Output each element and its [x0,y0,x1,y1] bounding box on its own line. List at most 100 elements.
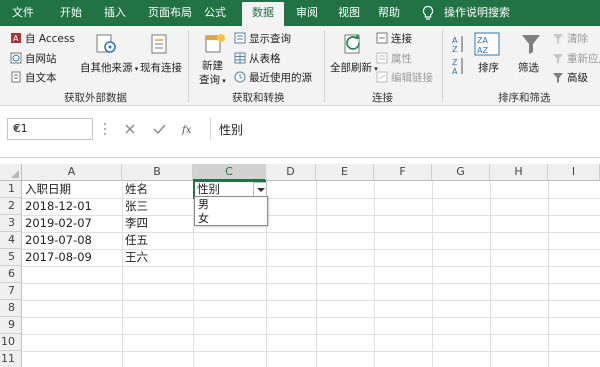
clear-button[interactable]: 清除 [552,31,588,46]
dropdown-option-female[interactable]: 女 [198,212,209,226]
column-header-c[interactable]: C [193,164,266,181]
connections-button[interactable]: 连接 [376,31,412,46]
sort-button[interactable]: 排序 [478,60,499,75]
gridline [22,334,600,335]
validation-dropdown-button[interactable] [253,182,267,197]
tell-me-search[interactable]: 操作说明搜索 [444,0,510,26]
row-header-2[interactable]: 2 [0,198,22,215]
formula-input[interactable]: 性别 [210,118,600,140]
enter-icon[interactable] [153,124,166,135]
ribbon-tab-bar: 文件 开始 插入 页面布局 公式 数据 审阅 视图 帮助 操作说明搜索 [0,0,600,26]
new-query-label[interactable]: 新建 [202,58,223,73]
column-header-b[interactable]: B [122,164,193,181]
svg-text:fx: fx [181,125,192,136]
gridline [432,181,433,367]
svg-text:ZA: ZA [477,36,488,45]
cell-a4[interactable]: 2019-07-08 [22,232,122,249]
other-sources-icon [96,34,116,53]
new-query-dropdown[interactable]: 查询 ▾ [199,72,226,87]
cell-a5[interactable]: 2017-08-09 [22,249,122,266]
row-header-9[interactable]: 9 [0,317,22,334]
row-header-3[interactable]: 3 [0,215,22,232]
show-queries-label: 显示查询 [249,33,291,45]
chevron-down-icon: ▾ [132,65,139,73]
gridline [22,351,600,352]
text-file-icon [11,71,21,83]
tab-home[interactable]: 开始 [60,0,82,26]
tab-page-layout[interactable]: 页面布局 [148,0,192,26]
column-header-e[interactable]: E [316,164,374,181]
insert-function-icon[interactable]: fx [181,125,192,136]
tab-data[interactable]: 数据 [242,2,284,26]
connections-label: 连接 [391,33,412,45]
filter-button[interactable]: 筛选 [518,60,539,75]
dropdown-option-male[interactable]: 男 [198,198,209,212]
worksheet-grid[interactable]: A B C D E F G H I 1 2 3 4 5 6 7 8 9 10 1… [0,164,600,367]
existing-connections-button[interactable]: 现有连接 [140,60,182,75]
access-icon: A [11,33,21,43]
cell-c1: 性别 [197,182,220,196]
tab-insert[interactable]: 插入 [104,0,126,26]
column-header-d[interactable]: D [266,164,316,181]
cell-b3[interactable]: 李四 [122,215,193,232]
chevron-down-icon[interactable]: ▼ [13,124,88,133]
column-header-a[interactable]: A [22,164,122,181]
refresh-all-button[interactable]: 全部刷新 ▾ [330,60,378,75]
gridline [548,181,549,367]
group-separator [188,30,189,102]
svg-text:A: A [452,36,458,45]
from-other-sources-button[interactable]: 自其他来源 ▾ [80,60,138,75]
from-web-button[interactable]: 自网站 [10,51,57,66]
sort-ascending-icon: A Z Z A [452,36,463,74]
tab-review[interactable]: 审阅 [296,0,318,26]
properties-button[interactable]: 属性 [376,51,412,66]
edit-links-button[interactable]: 编辑链接 [376,70,433,85]
row-header-10[interactable]: 10 [0,334,22,351]
reapply-button[interactable]: 重新应用 [552,51,600,66]
from-table-label: 从表格 [249,53,281,65]
gridline [22,266,600,267]
column-header-h[interactable]: H [490,164,548,181]
cell-a1[interactable]: 入职日期 [22,181,122,198]
tab-formulas[interactable]: 公式 [204,0,226,26]
refresh-all-icon [344,34,360,54]
from-access-label: 自 Access [25,33,75,45]
cell-b4[interactable]: 任五 [122,232,193,249]
cancel-icon[interactable] [125,124,135,134]
advanced-button[interactable]: 高级 [552,70,588,85]
row-header-7[interactable]: 7 [0,283,22,300]
name-box[interactable]: C1 ▼ [7,118,93,140]
cell-b1[interactable]: 姓名 [122,181,193,198]
tab-view[interactable]: 视图 [338,0,360,26]
row-header-11[interactable]: 11 [0,351,22,367]
recent-sources-label: 最近使用的源 [249,72,312,84]
show-queries-button[interactable]: 显示查询 [234,31,291,46]
cell-a2[interactable]: 2018-12-01 [22,198,122,215]
sort-dialog-icon: ZA AZ [474,32,500,56]
row-header-4[interactable]: 4 [0,232,22,249]
gridline [316,181,317,367]
row-header-5[interactable]: 5 [0,249,22,266]
svg-text:Z: Z [452,45,458,54]
select-all-button[interactable] [0,164,22,181]
tab-help[interactable]: 帮助 [378,0,400,26]
group-separator [324,30,325,102]
formula-bar-grip-icon[interactable] [103,121,107,137]
tab-file[interactable]: 文件 [12,0,34,26]
group-separator [442,30,443,102]
cell-b5[interactable]: 王六 [122,249,193,266]
cell-b2[interactable]: 张三 [122,198,193,215]
from-other-sources-label: 自其他来源 [80,62,133,74]
from-text-button[interactable]: 自文本 [10,70,57,85]
column-header-i[interactable]: I [548,164,600,181]
from-table-button[interactable]: 从表格 [234,51,281,66]
cell-a3[interactable]: 2019-02-07 [22,215,122,232]
row-header-6[interactable]: 6 [0,266,22,283]
recent-sources-button[interactable]: 最近使用的源 [234,70,312,85]
column-header-f[interactable]: F [374,164,432,181]
from-access-button[interactable]: A 自 Access [10,31,75,46]
column-header-g[interactable]: G [432,164,490,181]
advanced-label: 高级 [567,72,588,84]
row-header-1[interactable]: 1 [0,181,22,198]
row-header-8[interactable]: 8 [0,300,22,317]
